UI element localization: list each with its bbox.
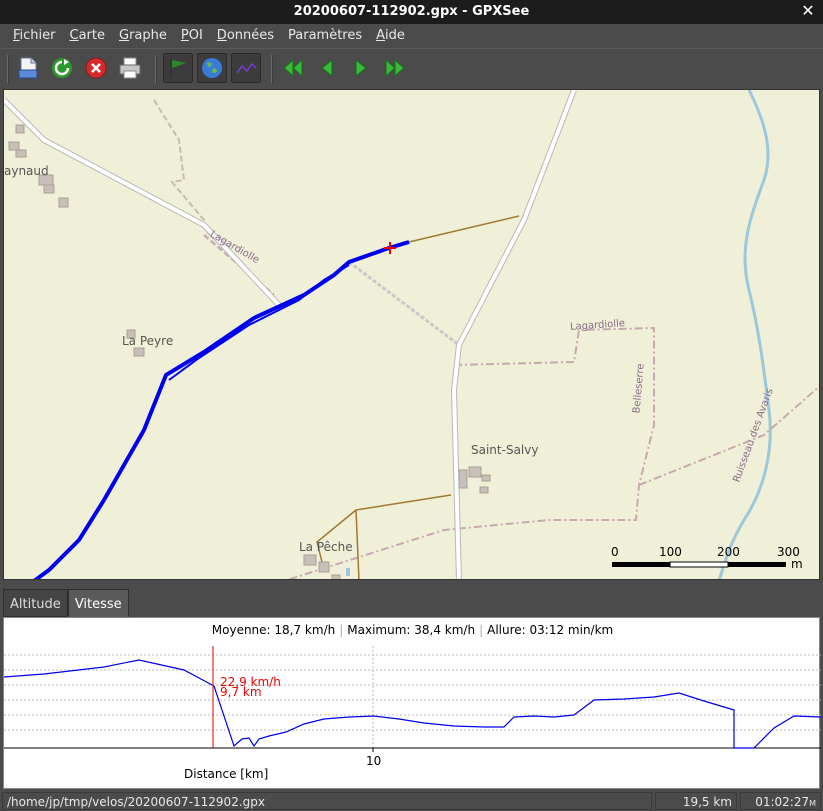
menu-aide[interactable]: Aide [369,24,412,48]
toolbar-separator [155,55,157,83]
place-label-la-peche: La Pêche [299,540,353,554]
title-bar: 20200607-112902.gpx - GPXSee ✕ [0,0,823,24]
status-time: 01:02:27M [740,792,821,810]
last-file-button[interactable] [380,53,410,83]
place-label-la-peyre: La Peyre [122,334,174,348]
close-window-button[interactable]: ✕ [799,2,817,20]
buildings [8,124,491,579]
menu-fichier[interactable]: Fichier [6,24,63,48]
speed-line [4,659,821,749]
toolbar [0,48,823,88]
reload-icon [52,58,72,78]
graph-canvas [4,646,821,752]
scale-tick: 200 [717,545,740,559]
close-file-icon [85,57,107,79]
status-distance: 19,5 km [655,792,737,810]
first-icon [283,58,303,78]
road [4,98,281,307]
road [450,90,577,579]
next-icon [355,58,367,78]
x-tick-label: 10 [366,754,382,768]
close-file-button[interactable] [81,53,111,83]
status-file-path: /home/jp/tmp/velos/20200607-112902.gpx [2,792,652,810]
menu-carte[interactable]: Carte [63,24,112,48]
map-view[interactable]: aynaud La Peyre Saint-Salvy La Pêche Lag… [3,89,820,580]
brown-track [408,215,520,243]
window-title: 20200607-112902.gpx - GPXSee [293,4,530,19]
speed-graph[interactable]: Moyenne: 18,7 km/h | Maximum: 38,4 km/h | Al… [3,617,821,789]
open-file-button[interactable] [13,53,43,83]
tab-altitude[interactable]: Altitude [3,589,68,617]
show-map-toggle[interactable] [197,53,227,83]
menu-bar: Fichier Carte Graphe POI Données Paramèt… [0,24,823,48]
river [718,90,772,579]
gpxsee-window: 20200607-112902.gpx - GPXSee ✕ Fichier C… [0,0,823,811]
open-icon [18,57,38,79]
road [451,90,576,579]
reload-button[interactable] [47,53,77,83]
tab-vitesse[interactable]: Vitesse [67,589,129,617]
print-icon [119,57,141,79]
scale-unit: m [791,557,803,571]
scale-bar [612,561,786,568]
x-axis-label: Distance [km] [184,767,269,781]
first-file-button[interactable] [278,53,308,83]
road [4,97,282,308]
footpath [638,385,819,486]
print-button[interactable] [115,53,145,83]
previous-file-button[interactable] [312,53,342,83]
scale-tick: 100 [659,545,682,559]
status-bar: /home/jp/tmp/velos/20200607-112902.gpx 1… [0,790,823,811]
last-icon [385,58,405,78]
toolbar-separator [271,55,273,83]
show-graphs-toggle[interactable] [231,53,261,83]
map-globe-icon [202,58,222,78]
grid-lines [4,646,821,748]
footpath [348,260,460,347]
place-label-aynaud: aynaud [4,164,49,178]
splitter-handle[interactable] [0,580,823,588]
next-file-button[interactable] [346,53,376,83]
prev-icon [321,58,333,78]
scale-tick: 0 [611,545,619,559]
poi-flag-icon [170,59,186,78]
show-poi-toggle[interactable] [163,53,193,83]
position-marker [384,242,396,254]
menu-poi[interactable]: POI [174,24,210,48]
menu-graphe[interactable]: Graphe [112,24,174,48]
toolbar-grip [7,55,9,83]
brown-track [355,494,452,511]
marker-distance-label: 9,7 km [220,685,262,699]
menu-parametres[interactable]: Paramètres [281,24,369,48]
menu-donnees[interactable]: Données [210,24,281,48]
place-label-saint-salvy: Saint-Salvy [471,443,539,457]
map-scale: 0 100 200 300 m [611,545,811,575]
graph-tabs: Altitude Vitesse [3,589,129,617]
graph-icon [236,62,257,74]
gpx-track [33,240,410,579]
